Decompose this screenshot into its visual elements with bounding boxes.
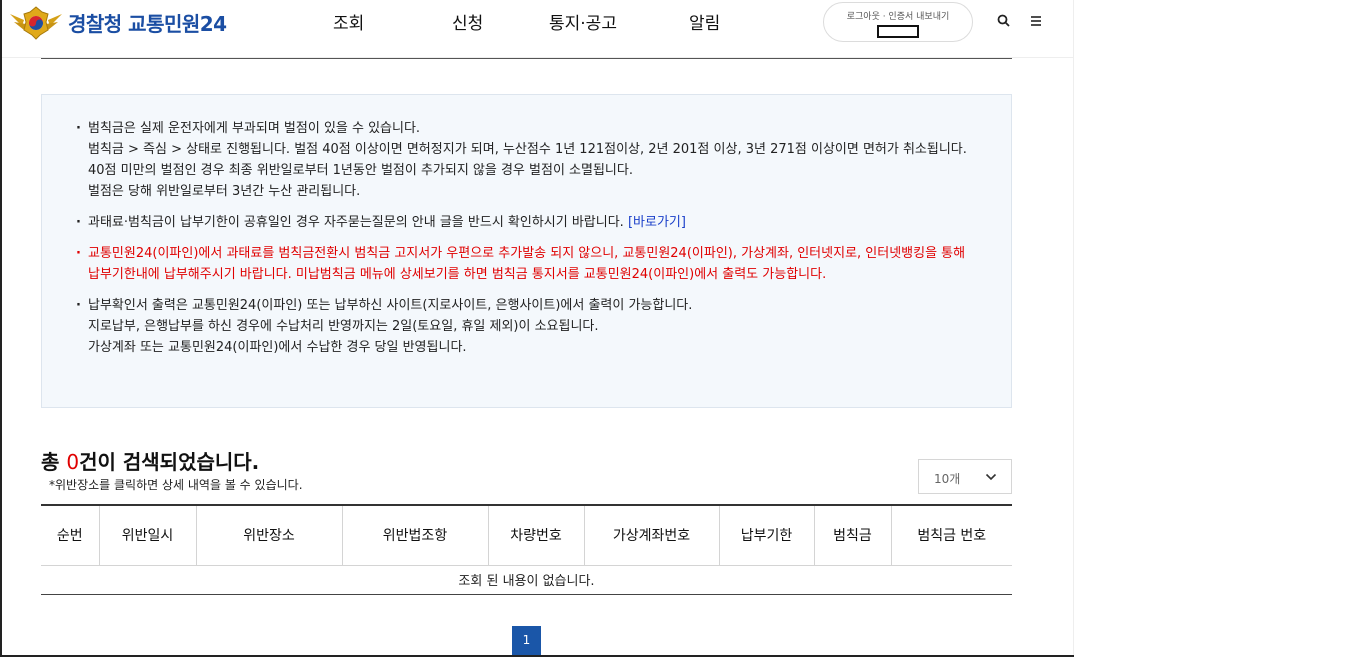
user-account-box: 로그아웃 · 인증서 내보내기 <box>823 2 973 42</box>
page-size-select[interactable]: 10개 <box>918 459 1012 494</box>
result-hint-text: *위반장소를 클릭하면 상세 내역을 볼 수 있습니다. <box>49 478 303 492</box>
result-count: 0 <box>66 450 80 474</box>
col-violation-place: 위반장소 <box>196 504 343 566</box>
site-title: 경찰청 교통민원24 <box>68 11 227 36</box>
site-header: 경찰청 교통민원24 조회 신청 통지·공고 알림 로그아웃 · 인증서 내보내… <box>2 0 1074 58</box>
table-header-row: 순번 위반일시 위반장소 위반법조항 차량번호 가상계좌번호 납부기한 범칙금 … <box>41 504 1012 566</box>
nav-notices[interactable]: 통지·공고 <box>549 9 617 34</box>
notice-item-penalty-points: 범칙금은 실제 운전자에게 부과되며 벌점이 있을 수 있습니다. 범칙금 > … <box>76 118 976 202</box>
col-due-date: 납부기한 <box>719 504 815 566</box>
empty-result-message: 조회 된 내용이 없습니다. <box>41 565 1012 595</box>
col-violation-law: 위반법조항 <box>342 504 489 566</box>
table-row: 조회 된 내용이 없습니다. <box>41 565 1012 595</box>
notice-list: 범칙금은 실제 운전자에게 부과되며 벌점이 있을 수 있습니다. 범칙금 > … <box>76 118 976 368</box>
notice-item-payment-receipt: 납부확인서 출력은 교통민원24(이파인) 또는 납부하신 사이트(지로사이트,… <box>76 295 976 358</box>
col-vehicle-number: 차량번호 <box>488 504 585 566</box>
col-violation-datetime: 위반일시 <box>99 504 197 566</box>
col-fine-amount: 범칙금 <box>814 504 892 566</box>
pagination-page-1[interactable]: 1 <box>512 626 541 655</box>
fine-list-table: 순번 위반일시 위반장소 위반법조항 차량번호 가상계좌번호 납부기한 범칙금 … <box>41 504 1012 595</box>
logout-cert-export-links[interactable]: 로그아웃 · 인증서 내보내기 <box>824 9 972 22</box>
chevron-down-icon <box>985 473 997 481</box>
notice-box: 범칙금은 실제 운전자에게 부과되며 벌점이 있을 수 있습니다. 범칙금 > … <box>41 94 1012 408</box>
shortcut-link[interactable]: [바로가기] <box>628 215 686 230</box>
nav-application[interactable]: 신청 <box>452 9 483 34</box>
col-fine-number: 범칙금 번호 <box>891 504 1012 566</box>
search-icon[interactable] <box>996 13 1012 29</box>
page-size-value: 10개 <box>934 472 961 486</box>
page-frame: 경찰청 교통민원24 조회 신청 통지·공고 알림 로그아웃 · 인증서 내보내… <box>0 0 1074 657</box>
col-seq: 순번 <box>41 504 100 566</box>
result-count-heading: 총 0건이 검색되었습니다. <box>41 450 260 474</box>
col-virtual-account: 가상계좌번호 <box>584 504 720 566</box>
police-emblem-icon <box>10 6 62 40</box>
nav-inquiry[interactable]: 조회 <box>333 9 364 34</box>
hamburger-menu-icon[interactable] <box>1028 13 1044 29</box>
section-divider <box>41 58 1012 59</box>
site-logo[interactable]: 경찰청 교통민원24 <box>8 4 227 40</box>
redacted-user-name <box>877 25 919 38</box>
nav-alerts[interactable]: 알림 <box>689 9 720 34</box>
notice-item-conversion-warning: 교통민원24(이파인)에서 과태료를 범칙금전환시 범칙금 고지서가 우편으로 … <box>76 243 976 285</box>
notice-item-holiday-deadline: 과태료·범칙금이 납부기한이 공휴일인 경우 자주묻는질문의 안내 글을 반드시… <box>76 212 976 233</box>
